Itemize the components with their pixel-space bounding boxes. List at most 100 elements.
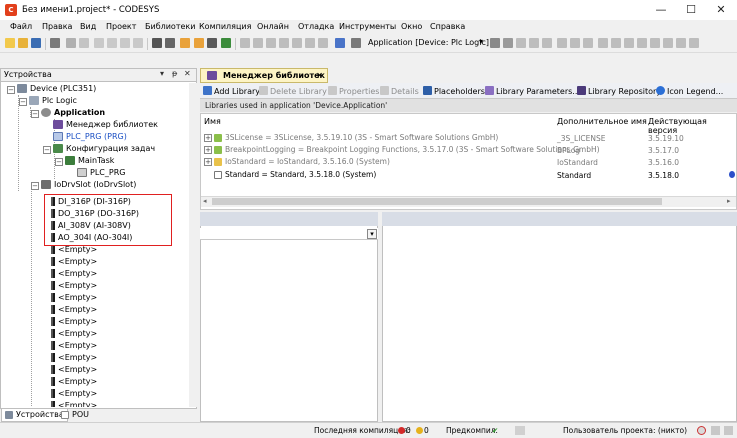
tree-node-empty-slot[interactable]: <Empty> xyxy=(51,388,97,400)
collapse-toggle[interactable]: − xyxy=(55,158,63,166)
tree-node-empty-slot[interactable]: <Empty> xyxy=(51,376,97,388)
tree-node-empty-slot[interactable]: <Empty> xyxy=(51,364,97,376)
table-row[interactable]: Standard = Standard, 3.5.18.0 (System) xyxy=(214,170,376,179)
new-project-icon[interactable] xyxy=(5,38,15,48)
column-header-version[interactable]: Действующая версия xyxy=(648,117,737,135)
tree-node-empty-slot[interactable]: <Empty> xyxy=(51,256,97,268)
find-replace-icon[interactable] xyxy=(165,38,175,48)
collapse-toggle[interactable]: − xyxy=(7,86,15,94)
tree-node-task-config[interactable]: Конфигурация задач xyxy=(53,143,155,155)
panel-menu-icon[interactable]: ▾ xyxy=(160,69,164,78)
toolbar-icon[interactable] xyxy=(279,38,289,48)
minimize-button[interactable]: — xyxy=(646,0,676,20)
table-row[interactable]: + BreakpointLogging = Breakpoint Logging … xyxy=(204,145,600,154)
tree-node-empty-slot[interactable]: <Empty> xyxy=(51,316,97,328)
menu-debug[interactable]: Отладка xyxy=(298,22,334,31)
tab-close-icon[interactable]: ✕ xyxy=(316,69,323,82)
menu-edit[interactable]: Правка xyxy=(42,22,72,31)
library-parameters-button[interactable]: Library Parameters... xyxy=(485,86,580,96)
tree-node-empty-slot[interactable]: <Empty> xyxy=(51,268,97,280)
status-icon[interactable] xyxy=(724,426,733,435)
tree-vertical-scrollbar[interactable] xyxy=(189,83,197,407)
bookmark-icon[interactable] xyxy=(194,38,204,48)
step-into-icon[interactable] xyxy=(557,38,567,48)
collapse-toggle[interactable]: − xyxy=(19,98,27,106)
toolbar-icon[interactable] xyxy=(650,38,660,48)
menu-view[interactable]: Вид xyxy=(80,22,96,31)
table-row[interactable]: + IoStandard = IoStandard, 3.5.16.0 (Syst… xyxy=(204,157,390,166)
tree-node-empty-slot[interactable]: <Empty> xyxy=(51,304,97,316)
open-project-icon[interactable] xyxy=(18,38,28,48)
collapse-toggle[interactable]: − xyxy=(43,146,51,154)
menu-tools[interactable]: Инструменты xyxy=(339,22,396,31)
step-out-icon[interactable] xyxy=(583,38,593,48)
active-application-select[interactable]: Application [Device: Plc Logic] xyxy=(368,38,489,47)
maximize-button[interactable]: ☐ xyxy=(676,0,706,20)
tree-node-maintask[interactable]: MainTask xyxy=(65,155,114,167)
add-library-button[interactable]: Add Library xyxy=(203,86,260,96)
delete-library-button[interactable]: Delete Library xyxy=(259,86,327,96)
tree-node-plc-prg[interactable]: PLC_PRG (PRG) xyxy=(53,131,127,143)
build-icon[interactable] xyxy=(221,38,231,48)
scroll-right-icon[interactable]: ▸ xyxy=(727,197,731,205)
chevron-down-icon[interactable]: ▾ xyxy=(367,229,377,239)
run-icon[interactable] xyxy=(516,38,526,48)
tree-node-library-manager[interactable]: Менеджер библиотек xyxy=(53,119,158,131)
paste-icon[interactable] xyxy=(120,38,130,48)
collapse-toggle[interactable]: − xyxy=(31,110,39,118)
application-icon[interactable] xyxy=(351,38,361,48)
table-row[interactable]: +3SLicense = 3SLicense, 3.5.19.10 (3S - … xyxy=(204,133,498,142)
pin-icon[interactable]: ᵽ xyxy=(172,69,177,78)
status-icon[interactable] xyxy=(697,426,706,435)
redo-icon[interactable] xyxy=(79,38,89,48)
menu-online[interactable]: Онлайн xyxy=(257,22,289,31)
toolbar-icon[interactable] xyxy=(676,38,686,48)
cut-icon[interactable] xyxy=(94,38,104,48)
tab-library-manager[interactable]: Менеджер библиотек ✕ xyxy=(200,68,328,83)
toolbar-icon[interactable] xyxy=(292,38,302,48)
toolbar-icon[interactable] xyxy=(266,38,276,48)
library-repository-button[interactable]: Library Repository xyxy=(577,86,661,96)
undo-icon[interactable] xyxy=(66,38,76,48)
delete-icon[interactable] xyxy=(133,38,143,48)
toolbar-icon[interactable] xyxy=(305,38,315,48)
panel-close-icon[interactable]: ✕ xyxy=(184,69,191,78)
tree-node-application[interactable]: Application xyxy=(41,107,105,119)
details-button[interactable]: Details xyxy=(380,86,419,96)
tree-node-empty-slot[interactable]: <Empty> xyxy=(51,280,97,292)
scroll-thumb[interactable] xyxy=(212,198,662,205)
tree-node-empty-slot[interactable]: <Empty> xyxy=(51,328,97,340)
status-icon[interactable] xyxy=(711,426,720,435)
print-icon[interactable] xyxy=(50,38,60,48)
find-in-project-icon[interactable] xyxy=(180,38,190,48)
toolbar-icon[interactable] xyxy=(253,38,263,48)
write-values-icon[interactable] xyxy=(611,38,621,48)
chevron-down-icon[interactable]: ▾ xyxy=(479,37,483,46)
properties-button[interactable]: Properties xyxy=(328,86,379,96)
expand-toggle[interactable]: + xyxy=(204,146,212,154)
logout-icon[interactable] xyxy=(503,38,513,48)
warning-count[interactable]: 0 xyxy=(415,426,429,435)
collapse-toggle[interactable]: − xyxy=(31,182,39,190)
status-icon[interactable] xyxy=(515,426,525,435)
unforce-icon[interactable] xyxy=(637,38,647,48)
menu-project[interactable]: Проект xyxy=(106,22,136,31)
menu-file[interactable]: Файл xyxy=(10,22,32,31)
close-button[interactable]: ✕ xyxy=(706,0,736,20)
expand-toggle[interactable]: + xyxy=(204,158,212,166)
scroll-left-icon[interactable]: ◂ xyxy=(203,197,207,205)
toolbar-icon[interactable] xyxy=(318,38,328,48)
menu-help[interactable]: Справка xyxy=(430,22,465,31)
copy-icon[interactable] xyxy=(107,38,117,48)
column-header-name[interactable]: Имя xyxy=(204,117,221,126)
stop-icon[interactable] xyxy=(529,38,539,48)
toolbar-icon[interactable] xyxy=(240,38,250,48)
find-icon[interactable] xyxy=(152,38,162,48)
cross-reference-icon[interactable] xyxy=(207,38,217,48)
tree-node-empty-slot[interactable]: <Empty> xyxy=(51,352,97,364)
breakpoint-icon[interactable] xyxy=(598,38,608,48)
tree-node-empty-slot[interactable]: <Empty> xyxy=(51,292,97,304)
menu-build[interactable]: Компиляция xyxy=(199,22,251,31)
tree-node-empty-slot[interactable]: <Empty> xyxy=(51,340,97,352)
column-header-alt-name[interactable]: Дополнительное имя xyxy=(557,117,647,126)
